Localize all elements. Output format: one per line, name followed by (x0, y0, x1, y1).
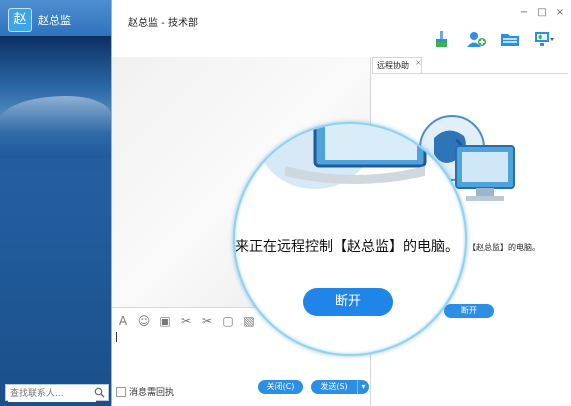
font-icon[interactable]: A (116, 314, 130, 328)
magnified-status-text: 来正在远程控制【赵总监】的电脑。 (235, 239, 459, 255)
remote-screen-icon[interactable] (533, 30, 555, 48)
picture-icon[interactable]: ▧ (242, 314, 256, 328)
contact-search-input[interactable] (8, 386, 96, 402)
read-receipt-checkbox[interactable] (116, 386, 126, 397)
screenshot-options-icon[interactable]: ✂ (200, 314, 214, 328)
add-contact-icon[interactable] (465, 30, 487, 48)
send-button[interactable]: 发送(S) (311, 380, 357, 394)
close-window-icon[interactable]: × (555, 8, 565, 18)
magnified-illustration (260, 124, 465, 197)
input-toolbar: A ☺ ▣ ✂ ✂ ▢ ▧ (116, 314, 256, 328)
close-icon[interactable]: × (415, 58, 422, 67)
tab-underline (372, 73, 568, 74)
avatar[interactable]: 赵 (8, 8, 32, 32)
chat-toolbar (431, 30, 555, 48)
minimize-icon[interactable]: − (519, 8, 529, 18)
chat-title: 赵总监 - 技术部 (128, 18, 198, 29)
read-receipt-label: 消息需回执 (129, 388, 175, 398)
close-button[interactable]: 关闭(C) (258, 380, 303, 394)
brush-icon[interactable] (431, 30, 453, 48)
search-icon[interactable] (94, 387, 105, 401)
send-options-button[interactable]: ▾ (357, 380, 369, 394)
image-icon[interactable]: ▣ (158, 314, 172, 328)
user-name: 赵总监 (38, 14, 71, 27)
file-icon[interactable]: ▢ (221, 314, 235, 328)
text-cursor (116, 332, 117, 342)
maximize-icon[interactable]: □ (537, 8, 547, 18)
contact-search-box[interactable] (5, 384, 109, 402)
chevron-down-icon: ▾ (361, 382, 366, 391)
emoji-icon[interactable]: ☺ (137, 314, 151, 328)
sidebar-background-hills (0, 96, 111, 158)
contacts-sidebar: 赵 赵总监 (0, 0, 112, 406)
read-receipt-option[interactable]: 消息需回执 (116, 385, 174, 398)
window-controls: − □ × (519, 8, 565, 18)
screenshot-icon[interactable]: ✂ (179, 314, 193, 328)
magnifier-overlay: 来正在远程控制【赵总监】的电脑。 断开 (233, 122, 467, 356)
folder-icon[interactable] (499, 30, 521, 48)
disconnect-button[interactable]: 断开 (444, 304, 494, 318)
magnified-disconnect-button[interactable]: 断开 (303, 288, 393, 316)
remote-status-text: 【赵总监】的电脑。 (468, 243, 540, 252)
